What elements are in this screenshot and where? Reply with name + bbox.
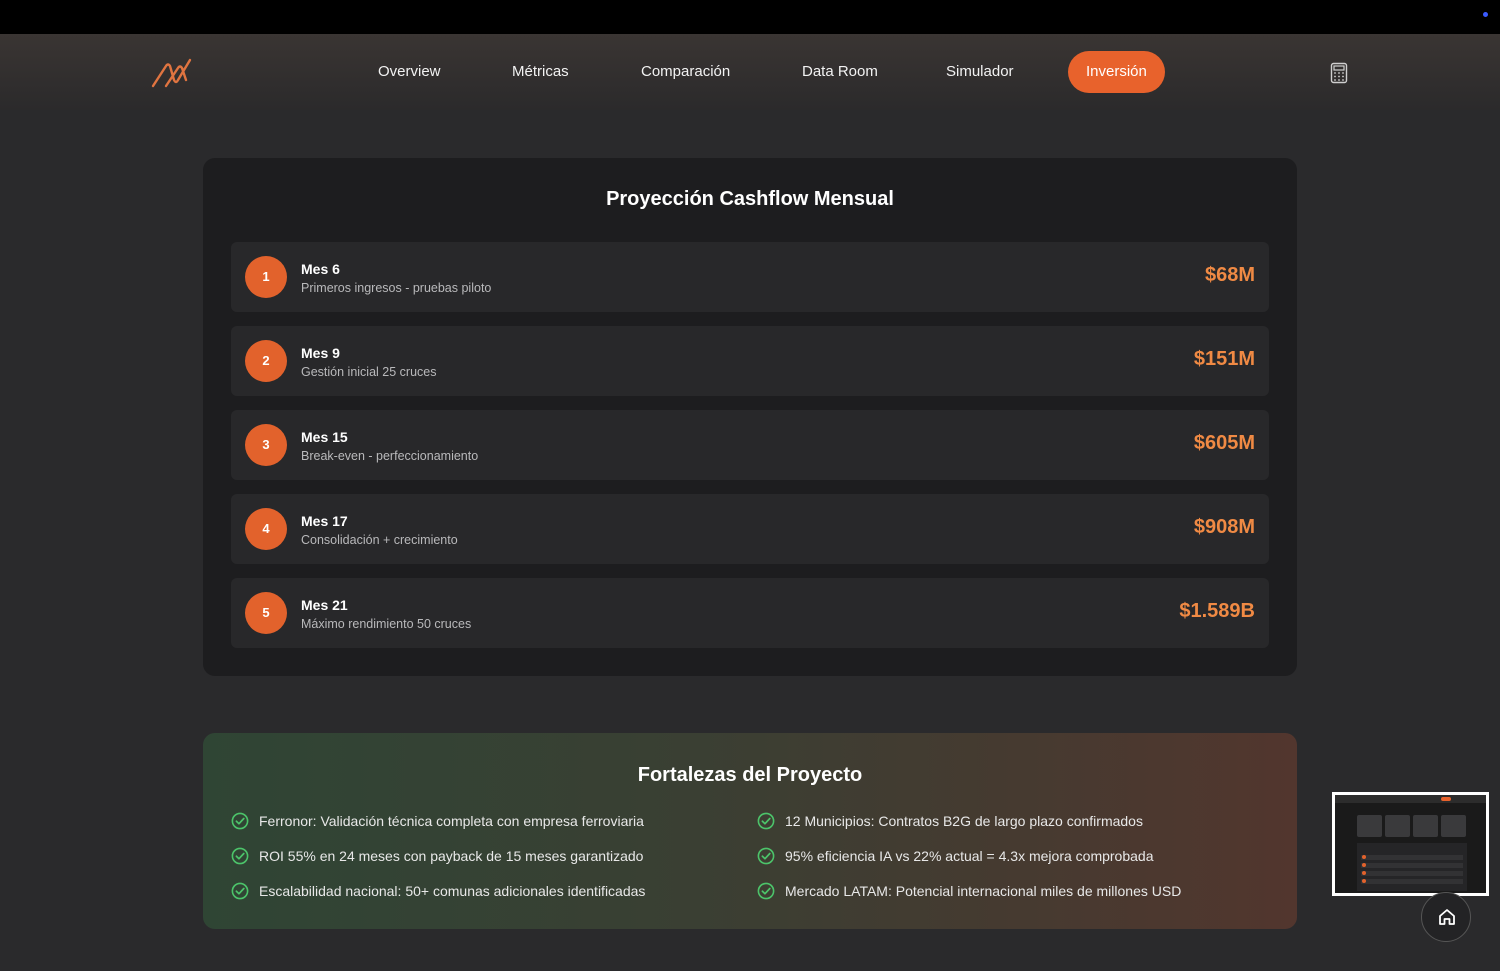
page-thumbnail-preview[interactable] <box>1332 792 1489 896</box>
row-description: Gestión inicial 25 cruces <box>301 365 437 379</box>
strength-item: Ferronor: Validación técnica completa co… <box>231 811 644 831</box>
status-dot <box>1483 12 1488 17</box>
cashflow-panel: Proyección Cashflow Mensual 1 Mes 6 Prim… <box>203 158 1297 676</box>
logo-mark-icon[interactable] <box>150 56 198 90</box>
cashflow-row: 3 Mes 15 Break-even - perfeccionamiento … <box>231 410 1269 480</box>
thumb-dot <box>1362 863 1366 867</box>
nav-comparacion[interactable]: Comparación <box>641 51 730 93</box>
cashflow-title: Proyección Cashflow Mensual <box>606 188 894 210</box>
thumb-row <box>1361 871 1463 876</box>
thumb-card <box>1441 815 1466 837</box>
cashflow-row: 1 Mes 6 Primeros ingresos - pruebas pilo… <box>231 242 1269 312</box>
strength-text: Ferronor: Validación técnica completa co… <box>259 813 644 829</box>
strengths-panel: Fortalezas del Proyecto Ferronor: Valida… <box>203 733 1297 929</box>
check-circle-icon <box>757 812 775 830</box>
row-label: Mes 17 <box>301 513 348 529</box>
row-amount: $1.589B <box>1179 600 1255 622</box>
row-description: Primeros ingresos - pruebas piloto <box>301 281 492 295</box>
thumb-row <box>1361 863 1463 868</box>
strength-item: Escalabilidad nacional: 50+ comunas adic… <box>231 881 645 901</box>
strength-text: ROI 55% en 24 meses con payback de 15 me… <box>259 848 644 864</box>
thumb-card <box>1385 815 1410 837</box>
top-system-bar <box>0 0 1500 34</box>
home-icon <box>1439 909 1455 925</box>
thumb-dot <box>1362 879 1366 883</box>
nav-overview[interactable]: Overview <box>378 51 441 93</box>
strength-text: 95% eficiencia IA vs 22% actual = 4.3x m… <box>785 848 1154 864</box>
nav-data-room[interactable]: Data Room <box>802 51 878 93</box>
nav-inversion[interactable]: Inversión <box>1068 51 1165 93</box>
thumb-card <box>1413 815 1438 837</box>
step-badge: 5 <box>245 592 287 634</box>
nav-metricas[interactable]: Métricas <box>512 51 569 93</box>
row-amount: $151M <box>1193 348 1255 370</box>
row-description: Break-even - perfeccionamiento <box>301 449 479 463</box>
step-badge: 3 <box>245 424 287 466</box>
navbar: Overview Métricas Comparación Data Room … <box>0 34 1500 110</box>
strength-text: 12 Municipios: Contratos B2G de largo pl… <box>785 813 1143 829</box>
step-badge: 2 <box>245 340 287 382</box>
calculator-icon[interactable] <box>1329 62 1349 84</box>
check-circle-icon <box>757 882 775 900</box>
row-description: Máximo rendimiento 50 cruces <box>301 617 472 631</box>
thumb-dot <box>1362 871 1366 875</box>
row-amount: $605M <box>1193 432 1255 454</box>
nav-simulador[interactable]: Simulador <box>946 51 1014 93</box>
step-badge: 4 <box>245 508 287 550</box>
thumb-dot <box>1362 855 1366 859</box>
home-button[interactable] <box>1421 892 1471 942</box>
thumb-nav <box>1335 795 1486 803</box>
thumb-active-tab <box>1441 797 1451 801</box>
check-circle-icon <box>231 812 249 830</box>
row-amount: $68M <box>1204 264 1255 286</box>
row-label: Mes 21 <box>301 597 348 613</box>
check-circle-icon <box>231 882 249 900</box>
strength-text: Mercado LATAM: Potencial internacional m… <box>785 883 1182 899</box>
thumb-card <box>1357 815 1382 837</box>
strengths-title: Fortalezas del Proyecto <box>637 764 863 786</box>
thumb-row <box>1361 855 1463 860</box>
thumb-row <box>1361 879 1463 884</box>
check-circle-icon <box>757 847 775 865</box>
strength-item: Mercado LATAM: Potencial internacional m… <box>757 881 1181 901</box>
row-label: Mes 9 <box>301 345 340 361</box>
cashflow-row: 4 Mes 17 Consolidación + crecimiento $90… <box>231 494 1269 564</box>
row-amount: $908M <box>1193 516 1255 538</box>
strength-text: Escalabilidad nacional: 50+ comunas adic… <box>259 883 646 899</box>
check-circle-icon <box>231 847 249 865</box>
strength-item: 95% eficiencia IA vs 22% actual = 4.3x m… <box>757 846 1153 866</box>
row-label: Mes 15 <box>301 429 348 445</box>
strength-item: 12 Municipios: Contratos B2G de largo pl… <box>757 811 1143 831</box>
step-badge: 1 <box>245 256 287 298</box>
row-label: Mes 6 <box>301 261 340 277</box>
row-description: Consolidación + crecimiento <box>301 533 458 547</box>
cashflow-row: 2 Mes 9 Gestión inicial 25 cruces $151M <box>231 326 1269 396</box>
cashflow-row: 5 Mes 21 Máximo rendimiento 50 cruces $1… <box>231 578 1269 648</box>
strength-item: ROI 55% en 24 meses con payback de 15 me… <box>231 846 643 866</box>
